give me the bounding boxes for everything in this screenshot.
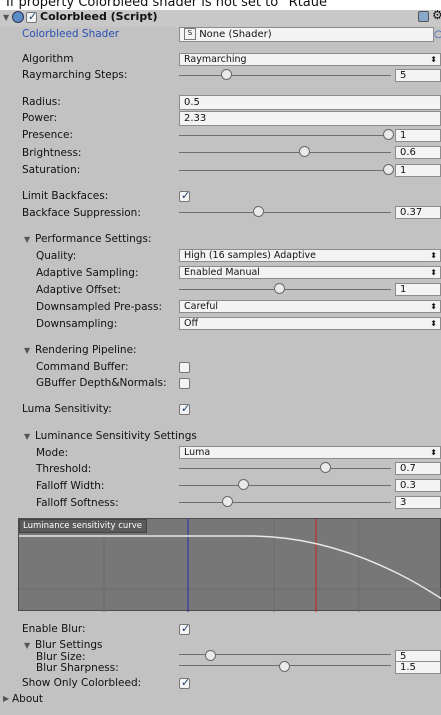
presence-value[interactable]: 1 — [395, 129, 441, 142]
downsampling-label: Downsampling: — [36, 318, 118, 330]
luminance-fold-icon[interactable]: ▼ — [24, 432, 30, 441]
falloff-softness-value[interactable]: 3 — [395, 496, 441, 509]
brightness-thumb[interactable] — [299, 146, 310, 157]
luma-sensitivity-checkbox[interactable]: ✓ — [179, 402, 190, 415]
backface-suppression-track[interactable] — [179, 212, 391, 213]
blur-title[interactable]: Blur Settings — [35, 639, 103, 651]
unity-script-icon — [12, 11, 24, 23]
raymarching-steps-thumb[interactable] — [221, 69, 232, 80]
luminance-title[interactable]: Luminance Sensitivity Settings — [35, 430, 197, 442]
adaptive-offset-value[interactable]: 1 — [395, 283, 441, 296]
saturation-thumb[interactable] — [383, 164, 394, 175]
downsampled-prepass-label: Downsampled Pre-pass: — [36, 301, 162, 313]
raymarching-steps-label: Raymarching Steps: — [22, 69, 128, 81]
saturation-label: Saturation: — [22, 164, 81, 176]
threshold-value[interactable]: 0.7 — [395, 462, 441, 475]
command-buffer-checkbox[interactable] — [179, 362, 190, 373]
show-only-label: Show Only Colorbleed: — [22, 677, 142, 690]
luma-sensitivity-label: Luma Sensitivity: — [22, 403, 112, 415]
enable-blur-label: Enable Blur: — [22, 622, 86, 635]
brightness-value[interactable]: 0.6 — [395, 146, 441, 159]
blur-size-thumb[interactable] — [205, 650, 216, 662]
shader-field[interactable]: S None (Shader) — [179, 27, 434, 42]
quality-dropdown[interactable]: High (16 samples) Adaptive ⬍ — [179, 249, 441, 262]
falloff-softness-thumb[interactable] — [222, 496, 233, 507]
blur-sharpness-thumb[interactable] — [279, 661, 290, 673]
limit-backfaces-label: Limit Backfaces: — [22, 190, 109, 202]
radius-field[interactable]: 0.5 — [179, 95, 441, 110]
falloff-width-label: Falloff Width: — [36, 480, 105, 492]
show-only-checkbox[interactable]: ✓ — [179, 676, 190, 689]
raymarching-steps-value[interactable]: 5 — [395, 69, 441, 82]
rendering-title[interactable]: Rendering Pipeline: — [35, 344, 137, 356]
help-icon[interactable] — [418, 11, 429, 22]
component-title: Colorbleed (Script) — [40, 10, 158, 23]
saturation-track[interactable] — [179, 170, 391, 171]
presence-track[interactable] — [179, 135, 391, 136]
falloff-width-value[interactable]: 0.3 — [395, 479, 441, 492]
downsampled-prepass-dropdown[interactable]: Careful ⬍ — [179, 300, 441, 313]
algorithm-label: Algorithm — [22, 53, 74, 65]
shader-icon: S — [184, 28, 196, 40]
mode-dropdown[interactable]: Luma ⬍ — [179, 446, 441, 459]
backface-suppression-value[interactable]: 0.37 — [395, 206, 441, 219]
performance-title[interactable]: Performance Settings: — [35, 233, 151, 245]
adaptive-sampling-label: Adaptive Sampling: — [36, 267, 139, 279]
radius-label: Radius: — [22, 96, 61, 108]
raymarching-steps-track[interactable] — [179, 75, 391, 76]
command-buffer-label: Command Buffer: — [36, 361, 129, 373]
falloff-width-track[interactable] — [179, 485, 391, 486]
quality-label: Quality: — [36, 250, 77, 262]
brightness-track[interactable] — [179, 152, 391, 153]
power-label: Power: — [22, 112, 58, 124]
presence-label: Presence: — [22, 129, 74, 141]
adaptive-offset-track[interactable] — [179, 289, 391, 290]
saturation-value[interactable]: 1 — [395, 164, 441, 177]
presence-thumb[interactable] — [383, 129, 394, 140]
gbuffer-label: GBuffer Depth&Normals: — [36, 377, 167, 389]
falloff-softness-label: Falloff Softness: — [36, 497, 119, 509]
object-picker-icon[interactable]: ○ — [434, 29, 441, 40]
threshold-track[interactable] — [179, 468, 391, 469]
falloff-width-thumb[interactable] — [238, 479, 249, 490]
adaptive-sampling-dropdown[interactable]: Enabled Manual ⬍ — [179, 266, 441, 279]
about-fold-icon[interactable]: ▶ — [3, 694, 9, 703]
limit-backfaces-checkbox[interactable]: ✓ — [179, 189, 190, 202]
blur-sharpness-value[interactable]: 1.5 — [395, 661, 441, 675]
adaptive-offset-thumb[interactable] — [274, 283, 285, 294]
downsampling-dropdown[interactable]: Off ⬍ — [179, 317, 441, 330]
blur-fold-icon[interactable]: ▼ — [24, 641, 30, 650]
mode-label: Mode: — [36, 447, 69, 459]
enable-blur-checkbox[interactable]: ✓ — [179, 622, 190, 635]
algorithm-dropdown[interactable]: Raymarching ⬍ — [179, 53, 441, 66]
shader-label: Colorbleed Shader — [22, 28, 120, 40]
luminance-curve-panel: Luminance sensitivity curve — [18, 518, 441, 612]
component-enabled-checkbox[interactable]: ✓ — [26, 10, 37, 23]
falloff-softness-track[interactable] — [179, 502, 391, 503]
gbuffer-checkbox[interactable] — [179, 378, 190, 389]
gear-icon[interactable]: ⚙ — [432, 8, 441, 22]
blur-size-label: Blur Size: — [36, 650, 86, 663]
about-label[interactable]: About — [12, 693, 43, 705]
backface-suppression-thumb[interactable] — [253, 206, 264, 217]
adaptive-offset-label: Adaptive Offset: — [36, 284, 121, 296]
threshold-thumb[interactable] — [320, 462, 331, 473]
performance-fold-icon[interactable]: ▼ — [24, 235, 30, 244]
brightness-label: Brightness: — [22, 147, 82, 159]
rendering-fold-icon[interactable]: ▼ — [24, 346, 30, 355]
fold-arrow-icon[interactable]: ▼ — [3, 13, 9, 22]
curve-label: Luminance sensitivity curve — [19, 519, 148, 533]
backface-suppression-label: Backface Suppression: — [22, 207, 141, 219]
threshold-label: Threshold: — [36, 463, 92, 475]
sensitivity-curve — [19, 535, 441, 600]
power-field[interactable]: 2.33 — [179, 111, 441, 126]
blur-sharpness-label: Blur Sharpness: — [36, 661, 119, 674]
